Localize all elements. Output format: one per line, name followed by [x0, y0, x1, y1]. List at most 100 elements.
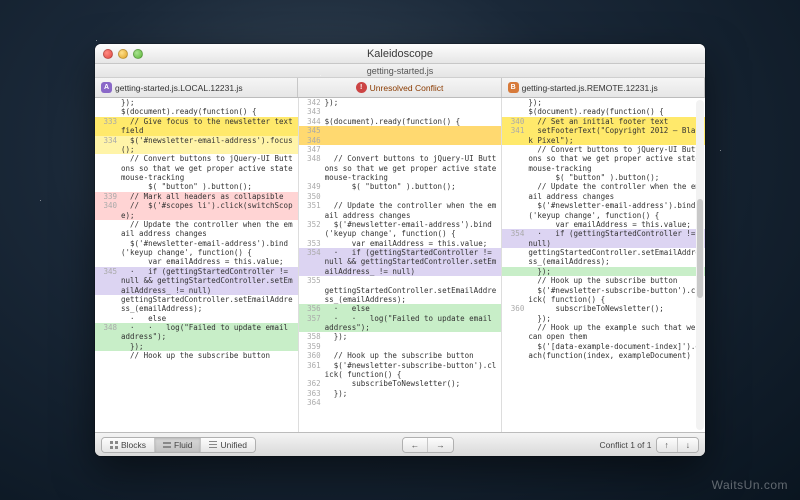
arrow-right-icon: → [436, 440, 445, 450]
code-line[interactable]: 364 [299, 398, 502, 407]
minimize-button[interactable] [118, 49, 128, 59]
pane-remote[interactable]: });$(document).ready(function() {340 // … [502, 98, 705, 432]
code-text: setFooterText("Copyright 2012 — Black Pi… [528, 126, 705, 145]
code-text: // Set an initial footer text [528, 117, 705, 126]
code-line[interactable]: // Hook up the example such that we can … [502, 323, 705, 342]
code-text: · · log("Failed to update email address"… [325, 314, 502, 333]
code-line[interactable]: $('#newsletter-email-address').bind('key… [95, 239, 298, 258]
code-text [325, 192, 502, 201]
line-number: 353 [299, 239, 325, 248]
code-line[interactable]: }); [502, 267, 705, 276]
code-line[interactable]: 348 // Convert buttons to jQuery-UI Butt… [299, 154, 502, 182]
code-line[interactable]: 358 }); [299, 332, 502, 341]
code-line[interactable]: 350 [299, 192, 502, 201]
code-line[interactable]: $(document).ready(function() { [95, 107, 298, 116]
code-line[interactable]: 354 · if (gettingStartedController != nu… [299, 248, 502, 276]
code-line[interactable]: 349 $( "button" ).button(); [299, 182, 502, 191]
code-line[interactable]: $('#newsletter-subscribe-button').click(… [502, 286, 705, 305]
code-line[interactable]: 351 // Update the controller when the em… [299, 201, 502, 220]
code-line[interactable]: gettingStartedController.setEmailAddress… [299, 286, 502, 305]
code-line[interactable]: · else [95, 314, 298, 323]
code-line[interactable]: 346 [299, 136, 502, 145]
code-line[interactable]: // Update the controller when the email … [502, 182, 705, 201]
code-line[interactable]: 355 [299, 276, 502, 285]
code-line[interactable]: gettingStartedController.setEmailAddress… [95, 295, 298, 314]
line-number: 340 [95, 201, 121, 220]
code-line[interactable]: 345 [299, 126, 502, 135]
line-number: 348 [95, 323, 121, 342]
line-number: 362 [299, 379, 325, 388]
code-line[interactable]: $('[data-example-document-index]').each(… [502, 342, 705, 361]
code-text: $('#newsletter-email-address').bind('key… [325, 220, 502, 239]
code-line[interactable]: 344$(document).ready(function() { [299, 117, 502, 126]
code-line[interactable]: var emailAddress = this.value; [502, 220, 705, 229]
code-line[interactable]: // Update the controller when the email … [95, 220, 298, 239]
code-line[interactable]: 362 subscribeToNewsletter(); [299, 379, 502, 388]
line-number: 357 [299, 314, 325, 333]
code-line[interactable]: 353 var emailAddress = this.value; [299, 239, 502, 248]
code-line[interactable]: 363 }); [299, 389, 502, 398]
pane-local[interactable]: });$(document).ready(function() {333 // … [95, 98, 299, 432]
badge-b-icon: B [508, 82, 519, 93]
line-number: 364 [299, 398, 325, 407]
code-line[interactable]: 354 · if (gettingStartedController != nu… [502, 229, 705, 248]
view-blocks-button[interactable]: Blocks [102, 438, 155, 452]
line-number: 345 [95, 267, 121, 295]
code-line[interactable]: 360 // Hook up the subscribe button [299, 351, 502, 360]
code-line[interactable]: 359 [299, 342, 502, 351]
view-fluid-button[interactable]: Fluid [155, 438, 201, 452]
code-line[interactable]: 352 $('#newsletter-email-address').bind(… [299, 220, 502, 239]
code-line[interactable]: }); [502, 98, 705, 107]
pane-merged[interactable]: 342});343344$(document).ready(function()… [299, 98, 503, 432]
file-tab-conflict[interactable]: ! Unresolved Conflict [298, 78, 501, 97]
code-line[interactable]: $('#newsletter-email-address').bind('key… [502, 201, 705, 220]
code-text: // Mark all headers as collapsible [121, 192, 298, 201]
scrollbar[interactable] [696, 100, 704, 430]
line-number: 361 [299, 361, 325, 380]
line-number [95, 314, 121, 323]
close-button[interactable] [103, 49, 113, 59]
code-line[interactable]: 340 // Set an initial footer text [502, 117, 705, 126]
code-line[interactable]: $(document).ready(function() { [502, 107, 705, 116]
code-line[interactable]: // Hook up the subscribe button [95, 351, 298, 360]
code-line[interactable]: }); [502, 314, 705, 323]
code-line[interactable]: // Convert buttons to jQuery-UI Buttons … [502, 145, 705, 173]
code-line[interactable]: 333 // Give focus to the newsletter text… [95, 117, 298, 136]
file-tab-local[interactable]: A getting-started.js.LOCAL.12231.js [95, 78, 298, 97]
code-line[interactable]: gettingStartedController.setEmailAddress… [502, 248, 705, 267]
code-line[interactable]: 361 $('#newsletter-subscribe-button').cl… [299, 361, 502, 380]
line-number: 358 [299, 332, 325, 341]
scrollbar-thumb[interactable] [697, 199, 703, 298]
code-line[interactable]: 342}); [299, 98, 502, 107]
view-unified-button[interactable]: Unified [201, 438, 254, 452]
prev-conflict-button[interactable]: ↑ [657, 438, 678, 452]
code-line[interactable]: 360 subscribeToNewsletter(); [502, 304, 705, 313]
code-line[interactable]: 339 // Mark all headers as collapsible [95, 192, 298, 201]
code-line[interactable]: $( "button" ).button(); [95, 182, 298, 191]
code-text: // $('#scopes li').click(switchScope); [121, 201, 298, 220]
code-line[interactable]: 340 // $('#scopes li').click(switchScope… [95, 201, 298, 220]
file-tabbar: A getting-started.js.LOCAL.12231.js ! Un… [95, 78, 705, 98]
code-line[interactable]: // Hook up the subscribe button [502, 276, 705, 285]
code-text: $( "button" ).button(); [528, 173, 705, 182]
code-line[interactable]: }); [95, 342, 298, 351]
code-line[interactable]: 348 · · log("Failed to update email addr… [95, 323, 298, 342]
code-line[interactable]: 334 $('#newsletter-email-address').focus… [95, 136, 298, 155]
code-line[interactable]: $( "button" ).button(); [502, 173, 705, 182]
code-line[interactable]: 345 · if (gettingStartedController != nu… [95, 267, 298, 295]
code-line[interactable]: 356 · else [299, 304, 502, 313]
code-line[interactable]: var emailAddress = this.value; [95, 257, 298, 266]
merge-left-button[interactable]: ← [403, 438, 429, 452]
code-line[interactable]: 357 · · log("Failed to update email addr… [299, 314, 502, 333]
code-line[interactable]: 347 [299, 145, 502, 154]
zoom-button[interactable] [133, 49, 143, 59]
file-tab-remote[interactable]: B getting-started.js.REMOTE.12231.js [502, 78, 705, 97]
next-conflict-button[interactable]: ↓ [678, 438, 698, 452]
code-line[interactable]: 343 [299, 107, 502, 116]
code-line[interactable]: // Convert buttons to jQuery-UI Buttons … [95, 154, 298, 182]
code-line[interactable]: 341 setFooterText("Copyright 2012 — Blac… [502, 126, 705, 145]
merge-right-button[interactable]: → [428, 438, 453, 452]
code-line[interactable]: }); [95, 98, 298, 107]
line-number: 342 [299, 98, 325, 107]
line-number: 356 [299, 304, 325, 313]
